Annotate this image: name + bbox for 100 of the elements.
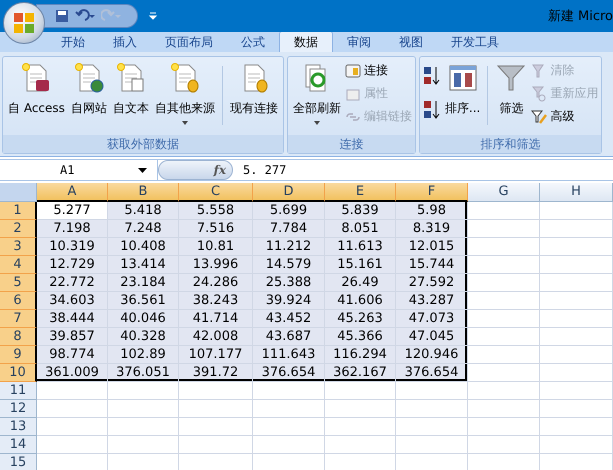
row-header[interactable]: 10	[0, 364, 37, 382]
row-header[interactable]: 15	[0, 454, 37, 470]
row-header[interactable]: 7	[0, 310, 37, 328]
table-cell: 45.366	[325, 328, 396, 346]
table-cell: 7.784	[253, 220, 325, 238]
table-cell: 13.414	[108, 256, 179, 274]
table-cell: 107.177	[179, 346, 253, 364]
table-cell: 40.046	[108, 310, 179, 328]
ribbon-button[interactable]: 高级	[531, 106, 598, 127]
table-cell: 376.051	[108, 364, 179, 382]
table-cell: 376.654	[396, 364, 468, 382]
ribbon-button[interactable]: 现有连接	[228, 60, 280, 129]
table-cell: 14.579	[253, 256, 325, 274]
group-label: 连接	[288, 135, 415, 153]
table-cell: 5.98	[396, 202, 468, 220]
row-header[interactable]: 6	[0, 292, 37, 310]
table-cell: 42.008	[179, 328, 253, 346]
table-cell: 10.408	[108, 238, 179, 256]
ribbon-button[interactable]: 自 Access	[6, 60, 67, 129]
table-cell: 5.277	[37, 202, 108, 220]
table-cell: 5.418	[108, 202, 179, 220]
window-title: 新建 Micro	[548, 8, 613, 25]
ribbon-button[interactable]: 全部刷新	[290, 60, 343, 129]
ribbon-tab[interactable]: 插入	[99, 32, 151, 52]
row-header[interactable]: 1	[0, 202, 37, 220]
table-cell: 43.687	[253, 328, 325, 346]
column-header[interactable]: C	[179, 183, 253, 202]
column-header[interactable]: E	[325, 183, 396, 202]
table-cell: 98.774	[37, 346, 108, 364]
table-cell: 111.643	[253, 346, 325, 364]
row-header[interactable]: 9	[0, 346, 37, 364]
row-header[interactable]: 11	[0, 382, 37, 400]
column-header[interactable]: B	[108, 183, 179, 202]
table-cell: 22.772	[37, 274, 108, 292]
table-cell: 39.857	[37, 328, 108, 346]
group-label: 排序和筛选	[420, 135, 602, 153]
table-cell: 120.946	[396, 346, 468, 364]
row-header[interactable]: 14	[0, 436, 37, 454]
ribbon-button[interactable]: 连接	[344, 60, 412, 81]
table-cell: 47.045	[396, 328, 468, 346]
row-header[interactable]: 2	[0, 220, 37, 238]
table-cell: 41.714	[179, 310, 253, 328]
table-cell: 43.452	[253, 310, 325, 328]
ribbon-tab[interactable]: 开发工具	[437, 32, 513, 52]
table-cell: 10.319	[37, 238, 108, 256]
ribbon-button[interactable]: 排序...	[442, 60, 482, 129]
table-cell: 8.051	[325, 220, 396, 238]
row-header[interactable]: 3	[0, 238, 37, 256]
row-header[interactable]: 13	[0, 418, 37, 436]
table-cell: 391.72	[179, 364, 253, 382]
name-box[interactable]: A1	[0, 160, 158, 180]
ribbon-tab[interactable]: 开始	[47, 32, 99, 52]
table-cell: 43.287	[396, 292, 468, 310]
table-cell: 15.161	[325, 256, 396, 274]
table-cell: 36.561	[108, 292, 179, 310]
table-cell: 10.81	[179, 238, 253, 256]
row-header[interactable]: 5	[0, 274, 37, 292]
table-cell: 116.294	[325, 346, 396, 364]
ribbon-tab[interactable]: 视图	[385, 32, 437, 52]
ribbon-button[interactable]: 自网站	[68, 60, 109, 129]
column-header[interactable]: G	[468, 183, 540, 202]
row-header[interactable]: 8	[0, 328, 37, 346]
column-header[interactable]: A	[37, 183, 108, 202]
table-cell: 47.073	[396, 310, 468, 328]
column-header[interactable]: H	[540, 183, 613, 202]
ribbon-tab[interactable]: 公式	[227, 32, 279, 52]
table-cell: 45.263	[325, 310, 396, 328]
table-cell: 38.444	[37, 310, 108, 328]
table-cell: 39.924	[253, 292, 325, 310]
table-cell: 11.212	[253, 238, 325, 256]
table-cell: 7.248	[108, 220, 179, 238]
table-cell: 376.654	[253, 364, 325, 382]
table-cell: 15.744	[396, 256, 468, 274]
table-cell: 5.699	[253, 202, 325, 220]
column-header[interactable]: D	[253, 183, 325, 202]
insert-function-button[interactable]: fx	[158, 160, 233, 180]
table-cell: 7.516	[179, 220, 253, 238]
table-cell: 34.603	[37, 292, 108, 310]
table-cell: 5.839	[325, 202, 396, 220]
table-cell: 25.388	[253, 274, 325, 292]
row-header[interactable]: 12	[0, 400, 37, 418]
table-cell: 102.89	[108, 346, 179, 364]
table-cell: 27.592	[396, 274, 468, 292]
ribbon-tab[interactable]: 审阅	[333, 32, 385, 52]
table-cell: 26.49	[325, 274, 396, 292]
table-cell: 12.015	[396, 238, 468, 256]
ribbon-button[interactable]: 自文本	[110, 60, 151, 129]
ribbon-tab[interactable]: 页面布局	[151, 32, 227, 52]
table-cell: 5.558	[179, 202, 253, 220]
table-cell: 24.286	[179, 274, 253, 292]
ribbon-button[interactable]: 筛选	[493, 60, 530, 129]
formula-field[interactable]: 5. 277	[233, 163, 286, 177]
column-header[interactable]: F	[396, 183, 468, 202]
table-cell: 7.198	[37, 220, 108, 238]
ribbon-button[interactable]: 自其他来源	[152, 60, 217, 129]
ribbon-tab[interactable]: 数据	[279, 31, 333, 52]
table-cell: 13.996	[179, 256, 253, 274]
table-cell: 361.009	[37, 364, 108, 382]
table-cell: 40.328	[108, 328, 179, 346]
row-header[interactable]: 4	[0, 256, 37, 274]
